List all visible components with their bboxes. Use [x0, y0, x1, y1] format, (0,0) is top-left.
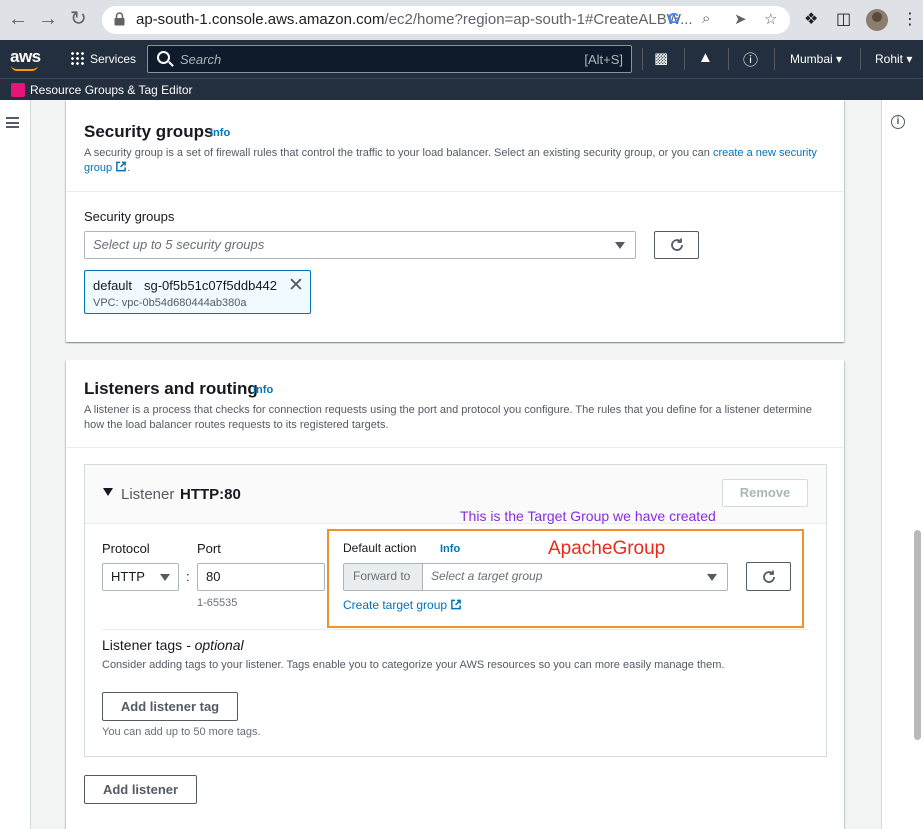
sidepanel-icon[interactable]: ◫ [836, 9, 851, 29]
browser-toolbar: ← → ↻ ap-south-1.console.aws.amazon.com/… [0, 0, 923, 40]
aws-logo[interactable]: aws [10, 47, 41, 71]
security-groups-placeholder: Select up to 5 security groups [93, 237, 265, 252]
token-id: sg-0f5b51c07f5ddb442 [144, 278, 278, 293]
listener-header-prefix: Listener [121, 486, 175, 503]
chrome-menu-icon[interactable]: ⋮ [902, 9, 918, 29]
resource-groups-link[interactable]: Resource Groups & Tag Editor [30, 83, 193, 97]
user-label: Rohit [875, 52, 904, 66]
menu-icon[interactable] [6, 117, 19, 128]
close-icon[interactable]: ✕ [288, 274, 304, 297]
resource-groups-icon [11, 83, 25, 97]
profile-avatar[interactable] [866, 9, 888, 31]
search-placeholder: Search [180, 52, 222, 67]
url-host: ap-south-1.console.aws.amazon.com [136, 11, 385, 28]
protocol-value: HTTP [111, 569, 145, 584]
port-label: Port [197, 541, 221, 556]
services-label: Services [90, 52, 137, 66]
search-icon [157, 51, 170, 64]
search-shortcut: [Alt+S] [584, 52, 623, 67]
security-groups-description: A security group is a set of firewall ru… [84, 146, 829, 176]
back-icon[interactable]: ← [8, 8, 28, 31]
forward-icon[interactable]: → [38, 8, 58, 31]
listeners-info-link[interactable]: Info [253, 384, 273, 396]
tag-limit-hint: You can add up to 50 more tags. [102, 726, 261, 738]
external-link-icon [116, 161, 127, 172]
search-input[interactable]: Search [Alt+S] [147, 45, 632, 73]
share-icon[interactable]: ➤ [734, 10, 747, 28]
scrollbar[interactable] [914, 530, 921, 740]
listener-tags-description: Consider adding tags to your listener. T… [102, 659, 725, 671]
security-groups-field-label: Security groups [84, 209, 175, 224]
left-nav-strip [0, 100, 31, 829]
listeners-description: A listener is a process that checks for … [84, 404, 813, 431]
security-groups-select[interactable]: Select up to 5 security groups [84, 231, 636, 259]
favorites-bar: Resource Groups & Tag Editor [0, 78, 923, 100]
url-path: /ec2/home?region=ap-south-1#CreateALBW..… [384, 11, 693, 28]
annotation-note: This is the Target Group we have created [460, 508, 716, 524]
grid-icon [70, 51, 84, 65]
aws-logo-text: aws [10, 47, 41, 66]
address-bar[interactable]: ap-south-1.console.aws.amazon.com/ec2/ho… [102, 6, 790, 34]
security-groups-info-link[interactable]: Info [210, 127, 230, 139]
caret-down-icon[interactable] [103, 488, 113, 496]
add-listener-button[interactable]: Add listener [84, 775, 197, 804]
account-menu[interactable]: Rohit ▾ [875, 52, 912, 66]
listener-header-name: HTTP:80 [180, 486, 241, 503]
info-panel-icon[interactable]: i [891, 115, 905, 129]
protocol-port-separator: : [186, 569, 190, 584]
port-hint: 1-65535 [197, 597, 238, 609]
help-icon[interactable]: ⓘ [743, 49, 758, 70]
security-groups-title: Security groups [84, 122, 214, 141]
token-name: default [93, 278, 133, 293]
sg-desc-suffix: . [127, 162, 131, 174]
protocol-label: Protocol [102, 541, 150, 556]
notifications-icon[interactable]: ▲ [698, 49, 713, 66]
services-menu[interactable]: Services [70, 51, 136, 66]
reload-icon[interactable]: ↻ [70, 6, 87, 31]
protocol-select[interactable]: HTTP [102, 563, 179, 591]
chevron-down-icon [160, 574, 170, 581]
url-text: ap-south-1.console.aws.amazon.com/ec2/ho… [136, 11, 693, 28]
sg-desc-text: A security group is a set of firewall ru… [84, 147, 713, 159]
bookmark-star-icon[interactable]: ☆ [764, 10, 777, 28]
region-label: Mumbai [790, 52, 833, 66]
remove-listener-button[interactable]: Remove [722, 479, 808, 507]
refresh-icon [670, 238, 683, 251]
cloudshell-icon[interactable]: ▩ [654, 49, 668, 67]
aws-top-nav: aws Services Search [Alt+S] ▩ ▲ ⓘ Mumbai… [0, 40, 923, 78]
listener-tags-title: Listener tags [102, 637, 183, 653]
chevron-down-icon [615, 242, 625, 249]
lock-icon [114, 12, 125, 26]
extensions-icon[interactable]: ❖ [804, 9, 818, 29]
listener-tags-heading: Listener tags - optional [102, 637, 244, 653]
listeners-title: Listeners and routing [84, 379, 258, 398]
zoom-icon[interactable]: ⌕ [702, 10, 710, 27]
add-listener-tag-button[interactable]: Add listener tag [102, 692, 238, 721]
region-selector[interactable]: Mumbai ▾ [790, 52, 842, 66]
annotation-highlight-box [327, 529, 804, 628]
listener-tags-optional: - optional [186, 637, 244, 653]
security-group-token: default sg-0f5b51c07f5ddb442 VPC: vpc-0b… [84, 270, 311, 314]
port-input[interactable]: 80 [197, 563, 325, 591]
security-groups-refresh-button[interactable] [654, 231, 699, 259]
google-icon[interactable]: G [668, 10, 680, 27]
token-vpc: VPC: vpc-0b54d680444ab380a [93, 297, 247, 309]
port-value: 80 [206, 569, 221, 584]
